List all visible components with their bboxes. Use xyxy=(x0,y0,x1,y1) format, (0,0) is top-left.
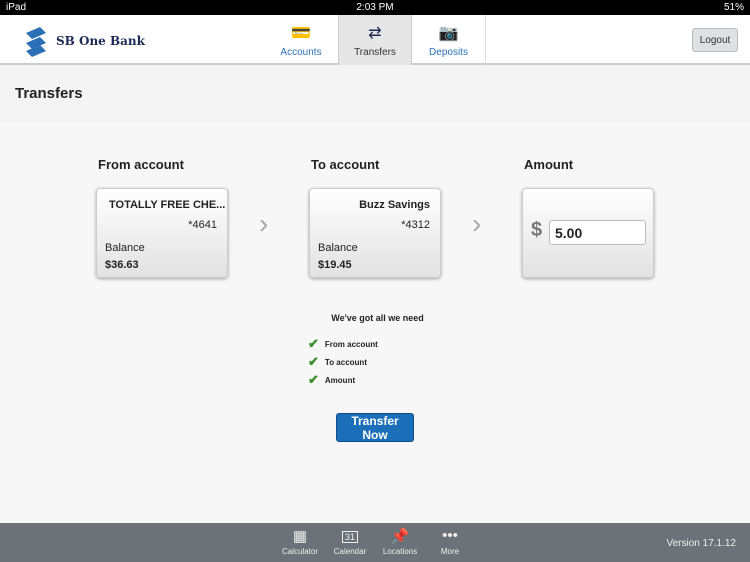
balance-label: Balance xyxy=(318,242,358,254)
checkmark-icon: ✔ xyxy=(308,336,319,351)
calendar-button[interactable]: 31 Calendar xyxy=(325,527,375,556)
camera-icon: 📷 xyxy=(438,25,459,42)
amount-card: $ 5.00 xyxy=(522,188,654,278)
to-account-card[interactable]: Buzz Savings *4312 Balance $19.45 xyxy=(309,188,441,278)
more-button[interactable]: ••• More xyxy=(425,527,475,556)
transfer-arrows-icon: ⇄ xyxy=(368,25,382,42)
battery: 51% xyxy=(723,2,744,13)
checklist-item: ✔ To account xyxy=(300,353,455,371)
device-label: iPad xyxy=(6,2,27,13)
credit-card-icon: 💳 xyxy=(291,25,311,42)
checklist-heading: We've got all we need xyxy=(331,313,424,323)
calendar-icon: 31 xyxy=(325,527,375,547)
logo: SB One Bank xyxy=(22,25,145,57)
header: SB One Bank 💳 Accounts ⇄ Transfers 📷 Deposi… xyxy=(0,15,750,65)
transfer-panel: From account To account Amount TOTALLY F… xyxy=(0,123,750,523)
page-title: Transfers xyxy=(15,85,83,102)
from-account-card[interactable]: TOTALLY FREE CHE... *4641 Balance $36.63 xyxy=(96,188,228,278)
chevron-right-icon: › xyxy=(472,208,482,239)
account-number: *4641 xyxy=(188,219,217,231)
pushpin-icon: 📌 xyxy=(390,528,410,545)
more-dots-icon: ••• xyxy=(442,527,458,544)
checklist-label: To account xyxy=(324,357,367,367)
logout-button[interactable]: Logout xyxy=(692,28,738,52)
tab-transfers[interactable]: ⇄ Transfers xyxy=(338,15,412,65)
tab-label: Accounts xyxy=(280,47,322,58)
balance-label: Balance xyxy=(105,242,145,254)
footer-label: Calculator xyxy=(281,547,318,556)
transfer-now-button[interactable]: Transfer Now xyxy=(336,413,414,442)
checklist-label: Amount xyxy=(324,375,356,385)
status-bar: iPad 2:03 PM 51% xyxy=(0,0,750,15)
checkmark-icon: ✔ xyxy=(308,354,319,369)
tab-label: Transfers xyxy=(354,47,396,58)
currency-symbol: $ xyxy=(531,219,543,241)
tab-deposits[interactable]: 📷 Deposits xyxy=(412,15,486,65)
checklist-label: From account xyxy=(324,339,378,349)
balance-value: $36.63 xyxy=(105,259,139,271)
calendar-day: 31 xyxy=(341,531,358,543)
footer-toolbar: ▦ Calculator 31 Calendar 📌 Locations ••• Mor… xyxy=(0,523,750,562)
tab-label: Deposits xyxy=(429,47,468,58)
bank-name: SB One Bank xyxy=(56,34,145,48)
tab-accounts[interactable]: 💳 Accounts xyxy=(264,15,338,65)
locations-button[interactable]: 📌 Locations xyxy=(375,527,425,556)
from-heading: From account xyxy=(98,157,184,172)
time: 2:03 PM xyxy=(356,2,394,13)
account-name: TOTALLY FREE CHE... xyxy=(109,199,226,211)
footer-label: Locations xyxy=(382,547,418,556)
checklist: We've got all we need ✔ From account ✔ To … xyxy=(300,313,455,389)
calculator-icon: ▦ xyxy=(292,528,308,545)
to-heading: To account xyxy=(311,157,380,172)
balance-value: $19.45 xyxy=(318,259,352,271)
checklist-item: ✔ Amount xyxy=(300,371,455,389)
bank-logo-icon xyxy=(26,27,46,57)
amount-input[interactable]: 5.00 xyxy=(549,220,646,245)
footer-label: Calendar xyxy=(333,547,367,556)
checkmark-icon: ✔ xyxy=(308,372,319,387)
checklist-item: ✔ From account xyxy=(300,335,455,353)
account-number: *4312 xyxy=(401,219,430,231)
account-name: Buzz Savings xyxy=(359,199,430,211)
footer-label: More xyxy=(440,547,460,556)
amount-heading: Amount xyxy=(524,157,574,172)
chevron-right-icon: › xyxy=(259,208,269,239)
version-label: Version 17.1.12 xyxy=(666,538,737,549)
calculator-button[interactable]: ▦ Calculator xyxy=(275,527,325,556)
